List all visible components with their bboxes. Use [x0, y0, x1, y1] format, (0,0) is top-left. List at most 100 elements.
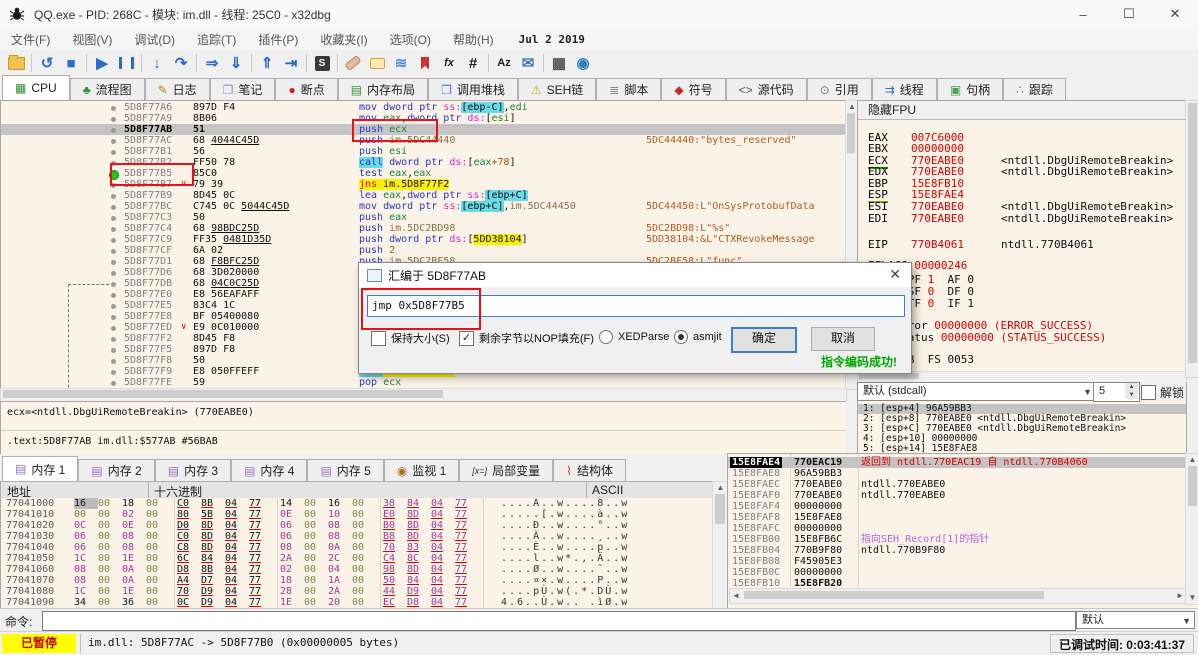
xedparse-radio[interactable] — [599, 330, 613, 344]
minimize-button[interactable]: – — [1060, 0, 1106, 28]
stack-hscrollbar[interactable]: ◄ ► — [729, 588, 1187, 604]
stack-row-15E8FB00[interactable]: 15E8FB00 15E8FB6C 指向SEH_Record[1]的指针 — [728, 534, 1186, 545]
stack-row-15E8FB04[interactable]: 15E8FB04 770B9F80 ntdll.770B9F80 — [728, 545, 1186, 556]
dump-row-77041090[interactable]: 77041090 34 00 36 00 0C D9 04 77 1E 00 20 00 EC D8 04 77… — [1, 597, 713, 608]
execute-till-return-icon[interactable]: ⇑ — [255, 52, 279, 74]
patch-icon[interactable] — [341, 52, 365, 74]
restart-icon[interactable]: ↺ — [35, 52, 59, 74]
tab-内存 2[interactable]: ▤ 内存 2 — [78, 459, 155, 481]
stack-row-15E8FAF0[interactable]: 15E8FAF0 770EABE0 ntdll.770EABE0 — [728, 490, 1186, 501]
dialog-title-bar[interactable]: 汇编于 5D8F77AB ✕ — [359, 263, 911, 287]
hide-fpu-button[interactable]: 隐藏FPU — [858, 101, 1194, 120]
menu-item-2[interactable]: 调试(D) — [123, 29, 186, 50]
tab-线程[interactable]: ⇉ 线程 — [871, 78, 937, 100]
disasm-row-5D8F77C3[interactable]: 5D8F77C3 50 push eax — [1, 212, 845, 223]
nop-fill-option[interactable]: ✓ 剩余字节以NOP填充(F) — [459, 330, 594, 346]
comment-icon[interactable] — [365, 52, 389, 74]
preferences-font-icon[interactable]: Az — [492, 52, 516, 74]
dump-row-77041040[interactable]: 77041040 06 00 08 00 C8 8D 04 77 08 00 0A 00 70 83 04 77… — [1, 542, 713, 553]
dump-row-77041000[interactable]: 77041000 16 00 18 00 C0 8B 04 77 14 00 16 00 38 84 04 77… — [1, 498, 713, 509]
dump-row-77041050[interactable]: 77041050 1C 00 1E 00 6C 84 04 77 2A 00 2C 00 C4 8C 04 77… — [1, 553, 713, 564]
arg-count-spinner[interactable]: 5 ▲ ▼ — [1093, 382, 1140, 402]
stack-row-15E8FAE4[interactable]: 15E8FAE4 770EAC19 返回到 ntdll.770EAC19 自 ntd… — [728, 457, 1186, 468]
command-profile-select[interactable]: 默认 ▼ — [1076, 611, 1195, 629]
xedparse-option[interactable]: XEDParse — [599, 330, 669, 344]
tab-内存布局[interactable]: ▤ 内存布局 — [337, 78, 429, 100]
stop-icon[interactable]: ■ — [59, 52, 83, 74]
cancel-button[interactable]: 取消 — [811, 327, 875, 351]
menu-item-5[interactable]: 收藏夹(I) — [309, 29, 378, 50]
dump-row-77041030[interactable]: 77041030 06 00 08 00 C0 8D 04 77 06 00 08 00 B8 8D 04 77… — [1, 531, 713, 542]
tab-结构体[interactable]: ⌇ 结构体 — [553, 459, 626, 481]
menu-item-0[interactable]: 文件(F) — [0, 29, 61, 50]
website-icon[interactable]: ◉ — [571, 52, 595, 74]
tab-跟踪[interactable]: ∴ 跟踪 — [1003, 78, 1066, 100]
calculator-icon[interactable]: ▦ — [547, 52, 571, 74]
step-over-icon[interactable]: ↷ — [169, 52, 193, 74]
dialog-close-icon[interactable]: ✕ — [889, 266, 901, 283]
tab-SEH链[interactable]: ⚠ SEH链 — [517, 78, 597, 100]
stack-row-15E8FB0C[interactable]: 15E8FB0C 00000000 — [728, 567, 1186, 578]
tab-笔记[interactable]: ❐ 笔记 — [209, 78, 276, 100]
register-row-EDX[interactable]: EDX 770EABE0 <ntdll.DbgUiRemoteBreakin> — [858, 166, 1184, 178]
registers-vscrollbar[interactable] — [1185, 100, 1198, 378]
tab-句柄[interactable]: ▣ 句柄 — [936, 78, 1004, 100]
asmjit-option[interactable]: asmjit — [674, 330, 722, 344]
run-icon[interactable]: ▶ — [90, 52, 114, 74]
disasm-row-5D8F77CF[interactable]: 5D8F77CF 6A 02 push 2 — [1, 245, 845, 256]
register-row-EIP[interactable]: EIP 770B4061 ntdll.770B4061 — [858, 239, 1184, 251]
tab-脚本[interactable]: ≣ 脚本 — [596, 78, 662, 100]
function-icon[interactable]: fx — [437, 52, 461, 74]
tab-内存 3[interactable]: ▤ 内存 3 — [154, 459, 232, 481]
tab-断点[interactable]: ● 断点 — [275, 78, 338, 100]
dump-row-77041010[interactable]: 77041010 00 00 02 00 80 5B 04 77 0E 00 10 00 E0 8D 04 77… — [1, 509, 713, 520]
disasm-row-5D8F77C4[interactable]: 5D8F77C4 68 98BDC25D push im.5DC2BD98 5DC2B… — [1, 223, 845, 234]
tab-CPU[interactable]: ▦ CPU — [2, 75, 70, 101]
report-bug-icon[interactable]: ✉ — [516, 52, 540, 74]
dump-row-77041080[interactable]: 77041080 1C 00 1E 00 70 D9 04 77 28 00 2A 00 44 D9 04 77… — [1, 586, 713, 597]
disasm-row-5D8F77B9[interactable]: 5D8F77B9 8D45 0C lea eax,dword ptr ss:[ebp… — [1, 190, 845, 201]
keep-size-checkbox[interactable] — [371, 330, 386, 346]
disasm-row-5D8F77FE[interactable]: 5D8F77FE 59 pop ecx — [1, 377, 845, 388]
memory-dump[interactable]: 77041000 16 00 18 00 C0 8B 04 77 14 00 16 00 38 84 04 77… — [0, 498, 713, 608]
stack-row-15E8FAFC[interactable]: 15E8FAFC 00000000 — [728, 523, 1186, 534]
tab-流程图[interactable]: ♣ 流程图 — [69, 78, 145, 100]
menu-item-1[interactable]: 视图(V) — [61, 29, 123, 50]
stack-vscrollbar[interactable]: ▲ ▼ — [1185, 453, 1198, 605]
open-file-icon[interactable] — [4, 52, 28, 74]
snowman-icon[interactable]: # — [461, 52, 485, 74]
disasm-row-5D8F77B1[interactable]: 5D8F77B1 56 push esi — [1, 146, 845, 157]
disasm-row-5D8F77BC[interactable]: 5D8F77BC C745 0C 5044C45D mov dword ptr ss… — [1, 201, 845, 212]
menu-item-3[interactable]: 追踪(T) — [186, 29, 247, 50]
tab-内存 5[interactable]: ▤ 内存 5 — [307, 459, 384, 481]
stack-row-15E8FAE8[interactable]: 15E8FAE8 96A59BB3 — [728, 468, 1186, 479]
disasm-row-5D8F77C9[interactable]: 5D8F77C9 FF35 0481D35D push dword ptr ds:[… — [1, 234, 845, 245]
pause-icon[interactable] — [114, 52, 138, 74]
command-input[interactable] — [42, 611, 1076, 631]
calling-convention-select[interactable]: 默认 (stdcall) ▼ — [857, 382, 1096, 401]
menu-item-6[interactable]: 选项(O) — [379, 29, 442, 50]
tab-调用堆栈[interactable]: ❒ 调用堆栈 — [428, 78, 518, 100]
tab-监视 1[interactable]: ◉ 监视 1 — [383, 459, 460, 481]
asmjit-radio[interactable] — [674, 330, 688, 344]
disassembly-hscrollbar[interactable] — [0, 388, 847, 402]
stack-row-15E8FAF4[interactable]: 15E8FAF4 00000000 — [728, 501, 1186, 512]
tab-日志[interactable]: ✎ 日志 — [144, 78, 210, 100]
dump-row-77041070[interactable]: 77041070 08 00 0A 00 A4 D7 04 77 18 00 1A 00 50 84 04 77… — [1, 575, 713, 586]
label-icon[interactable]: ≋ — [389, 52, 413, 74]
ok-button[interactable]: 确定 — [731, 327, 797, 353]
bookmark-icon[interactable] — [413, 52, 437, 74]
stack-view[interactable]: 15E8FAE4 770EAC19 返回到 ntdll.770EAC19 自 ntd… — [727, 453, 1198, 610]
register-row-EDI[interactable]: EDI 770EABE0 <ntdll.DbgUiRemoteBreakin> — [858, 213, 1184, 225]
stack-row-15E8FAEC[interactable]: 15E8FAEC 770EABE0 ntdll.770EABE0 — [728, 479, 1186, 490]
tab-引用[interactable]: ⊙ 引用 — [806, 78, 872, 100]
tab-内存 1[interactable]: ▤ 内存 1 — [2, 456, 79, 482]
menu-item-7[interactable]: 帮助(H) — [442, 29, 505, 50]
stack-row-15E8FB08[interactable]: 15E8FB08 F45905E3 — [728, 556, 1186, 567]
run-to-user-code-icon[interactable]: ⇥ — [279, 52, 303, 74]
step-down-icon[interactable]: ⇓ — [224, 52, 248, 74]
nop-fill-checkbox[interactable]: ✓ — [459, 330, 474, 346]
call-arguments-list[interactable]: 1: [esp+4] 96A59BB3 2: [esp+8] 770EABE0 <… — [857, 402, 1187, 454]
tab-符号[interactable]: ◆ 符号 — [661, 78, 726, 100]
disasm-row-5D8F77A6[interactable]: 5D8F77A6 897D F4 mov dword ptr ss:[ebp-C],… — [1, 102, 845, 113]
